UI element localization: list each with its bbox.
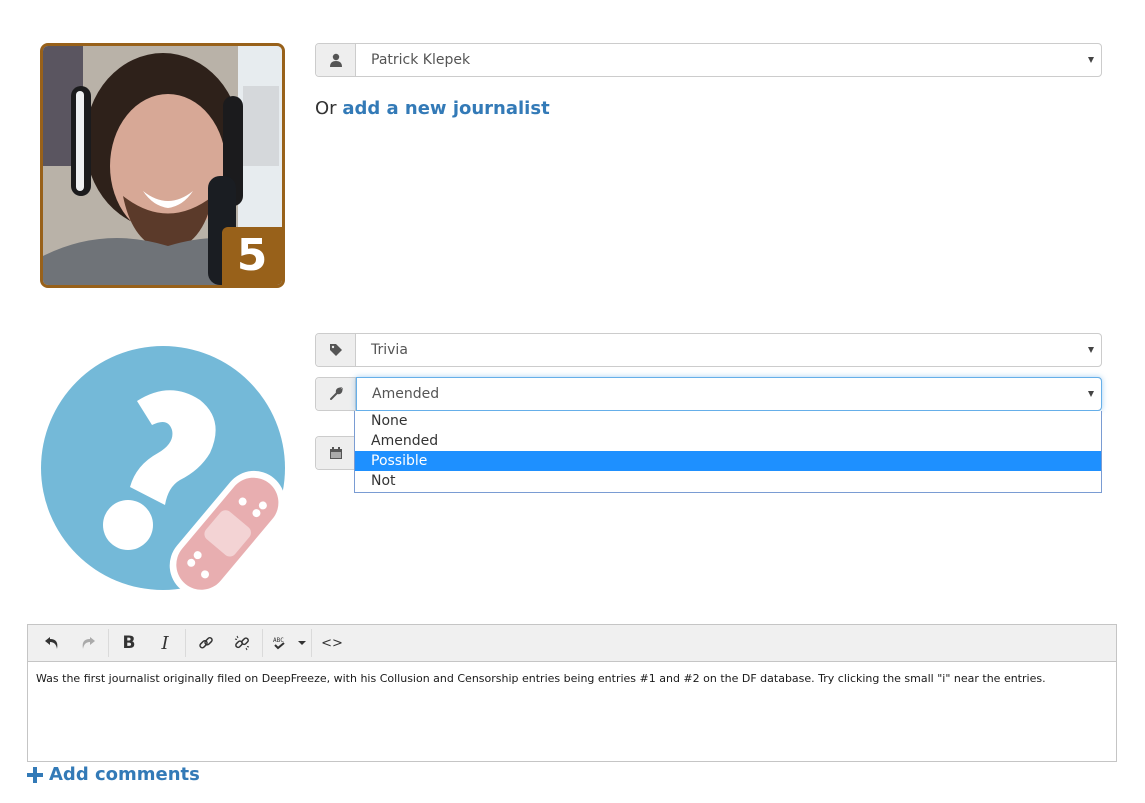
bold-button[interactable]: B [111,628,147,658]
status-option-amended[interactable]: Amended [355,431,1101,451]
add-new-journalist-link[interactable]: add a new journalist [342,98,549,119]
link-icon [199,636,213,649]
unlink-button[interactable] [224,628,260,658]
chevron-down-icon [1088,391,1094,397]
undo-icon [45,637,58,649]
add-comments-link[interactable]: Add comments [27,764,200,785]
chevron-down-icon [1088,347,1094,353]
add-journalist-line: Or add a new journalist [315,98,550,119]
category-select-value: Trivia [371,342,408,358]
editor-toolbar: B I ABC <> [28,625,1116,662]
toolbar-divider [262,629,263,657]
rank-badge: 5 [222,227,282,285]
italic-button[interactable]: I [147,628,183,658]
status-dropdown-list: None Amended Possible Not [354,411,1102,493]
journalist-select[interactable]: Patrick Klepek [356,44,1101,76]
editor-content[interactable]: Was the first journalist originally file… [28,662,1116,695]
journalist-select-group: Patrick Klepek [315,43,1102,77]
spellcheck-dropdown-button[interactable] [295,628,309,658]
status-select[interactable]: Amended [356,377,1102,411]
redo-button[interactable] [70,628,106,658]
add-comments-label: Add comments [49,764,200,785]
undo-button[interactable] [34,628,70,658]
user-icon [316,44,356,76]
wrench-icon [316,378,356,410]
status-select-value: Amended [372,386,440,402]
chevron-down-icon [1088,57,1094,63]
redo-icon [82,637,95,649]
category-select[interactable]: Trivia [356,334,1101,366]
spellcheck-icon: ABC [273,637,285,650]
source-code-button[interactable]: <> [314,628,350,658]
tag-icon [316,334,356,366]
calendar-icon [316,437,356,469]
unlink-icon [234,635,250,651]
question-bandage-icon [40,345,288,597]
journalist-select-value: Patrick Klepek [371,52,471,68]
toolbar-divider [311,629,312,657]
or-text: Or [315,98,337,119]
status-option-none[interactable]: None [355,411,1101,431]
toolbar-divider [185,629,186,657]
link-button[interactable] [188,628,224,658]
caret-down-icon [298,641,306,645]
plus-icon [27,766,43,783]
status-option-not[interactable]: Not [355,471,1101,491]
status-select-group: Amended [315,377,1102,411]
comment-editor: B I ABC <> Was the first journalist orig… [27,624,1117,762]
toolbar-divider [108,629,109,657]
category-select-group: Trivia [315,333,1102,367]
spellcheck-button[interactable]: ABC [265,628,295,658]
journalist-avatar: 5 [40,43,285,288]
status-option-possible[interactable]: Possible [355,451,1101,471]
